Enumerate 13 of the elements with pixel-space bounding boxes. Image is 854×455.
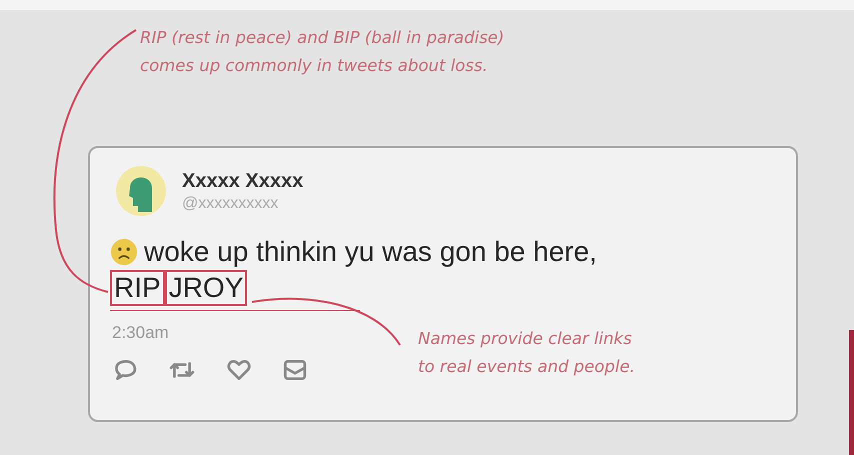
annotation-text: RIP (rest in peace) and BIP (ball in paradise) comes up commonly in tweets about loss. [140,27,506,77]
tweet-time: 2:30am [112,323,170,343]
reply-icon[interactable] [112,357,138,383]
highlighted-word: JROY [164,270,248,306]
user-name: Xxxxx Xxxxx [182,170,304,192]
tweet-text: woke up thinkin yu was gon be here, [144,236,597,268]
annotation-text: Names provide clear links to real events and people. [418,328,635,378]
user-handle: @xxxxxxxxxx [182,194,280,212]
sad-face-icon [110,238,138,266]
avatar-icon [116,166,166,216]
heart-icon[interactable] [226,357,252,383]
highlighted-word: RIP [110,270,165,306]
mail-icon[interactable] [282,357,308,383]
